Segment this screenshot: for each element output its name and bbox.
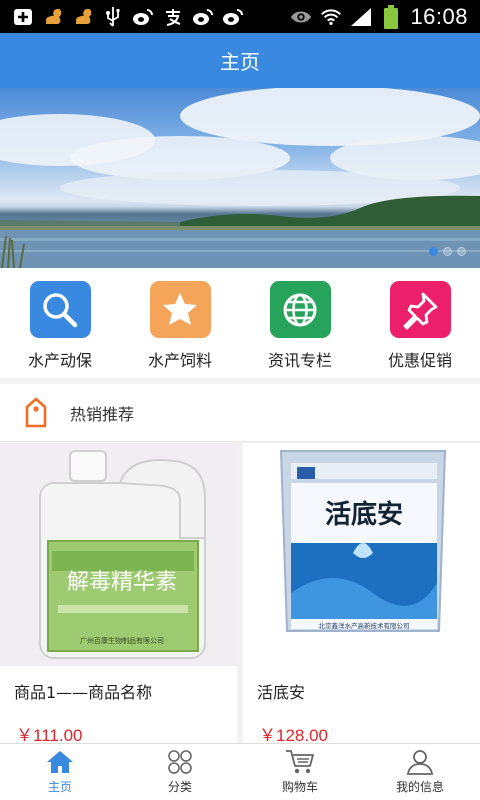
signal-icon — [350, 6, 372, 28]
product-image-maker: 北京鑫洋水产高新技术有限公司 — [319, 621, 410, 630]
category-grid: 水产动保 水产饲料 资讯专栏 优惠促销 — [0, 268, 480, 378]
header-bar: 主页 — [0, 33, 480, 88]
tab-label: 我的信息 — [395, 780, 444, 794]
product-image: 解毒精华素 广州百康生物制品有限公司 — [0, 443, 237, 666]
category-aquatic-feed[interactable]: 水产饲料 — [120, 268, 240, 378]
tab-cart[interactable]: 购物车 — [240, 744, 360, 800]
home-icon — [45, 749, 75, 775]
squirrel-icon — [72, 6, 94, 28]
category-news-column[interactable]: 资讯专栏 — [240, 268, 360, 378]
tab-label: 购物车 — [281, 780, 318, 794]
category-label: 水产饲料 — [147, 351, 212, 370]
product-name: 商品1——商品名称 — [14, 683, 153, 702]
eye-icon — [290, 6, 312, 28]
bottom-tab-bar: 主页 分类 购物车 我的信息 — [0, 743, 480, 800]
hot-recommend-header: 热销推荐 — [0, 384, 480, 442]
category-label: 优惠促销 — [387, 351, 452, 370]
banner-carousel[interactable] — [0, 88, 480, 268]
category-label: 资讯专栏 — [267, 351, 332, 370]
search-icon — [29, 281, 91, 338]
tag-icon — [25, 397, 47, 427]
product-card[interactable]: 解毒精华素 广州百康生物制品有限公司 商品1——商品名称 ￥111.00 — [0, 443, 237, 745]
tab-my-info[interactable]: 我的信息 — [360, 744, 480, 800]
tab-label: 分类 — [167, 780, 192, 794]
product-image: 活底安 北京鑫洋水产高新技术有限公司 — [243, 443, 480, 666]
wifi-icon — [320, 6, 342, 28]
add-icon — [12, 6, 34, 28]
pin-icon — [389, 281, 451, 338]
weibo-icon — [192, 6, 214, 28]
carousel-indicator[interactable] — [429, 247, 466, 256]
category-aquatic-animal-protection[interactable]: 水产动保 — [0, 268, 120, 378]
squirrel-icon — [42, 6, 64, 28]
weibo-icon — [222, 6, 244, 28]
cart-icon — [285, 749, 315, 775]
tab-label: 主页 — [47, 780, 72, 794]
product-image-title: 活底安 — [325, 499, 403, 530]
carousel-dot[interactable] — [457, 247, 466, 256]
carousel-dot[interactable] — [443, 247, 452, 256]
weibo-icon — [132, 6, 154, 28]
category-promotions[interactable]: 优惠促销 — [360, 268, 480, 378]
tab-home[interactable]: 主页 — [0, 744, 120, 800]
usb-icon — [102, 6, 124, 28]
carousel-dot-active[interactable] — [429, 247, 438, 256]
product-image-title: 解毒精华素 — [67, 570, 177, 595]
status-system: 16:08 — [290, 4, 480, 30]
product-card[interactable]: 活底安 北京鑫洋水产高新技术有限公司 活底安 ￥128.00 — [243, 443, 480, 745]
product-grid: 解毒精华素 广州百康生物制品有限公司 商品1——商品名称 ￥111.00 活底安… — [0, 443, 480, 745]
status-notifications — [0, 6, 244, 28]
globe-icon — [269, 281, 331, 338]
section-title: 热销推荐 — [70, 404, 135, 424]
status-bar: 16:08 — [0, 0, 480, 33]
tab-category[interactable]: 分类 — [120, 744, 240, 800]
battery-icon — [380, 4, 402, 29]
star-icon — [149, 281, 211, 338]
status-time: 16:08 — [410, 3, 468, 29]
alipay-icon — [162, 6, 184, 28]
user-icon — [405, 749, 435, 775]
product-image-maker: 广州百康生物制品有限公司 — [80, 636, 164, 645]
category-label: 水产动保 — [27, 351, 92, 370]
banner-image — [0, 88, 480, 268]
category-icon — [165, 749, 195, 775]
page-title: 主页 — [220, 50, 260, 74]
product-name: 活底安 — [257, 683, 306, 702]
